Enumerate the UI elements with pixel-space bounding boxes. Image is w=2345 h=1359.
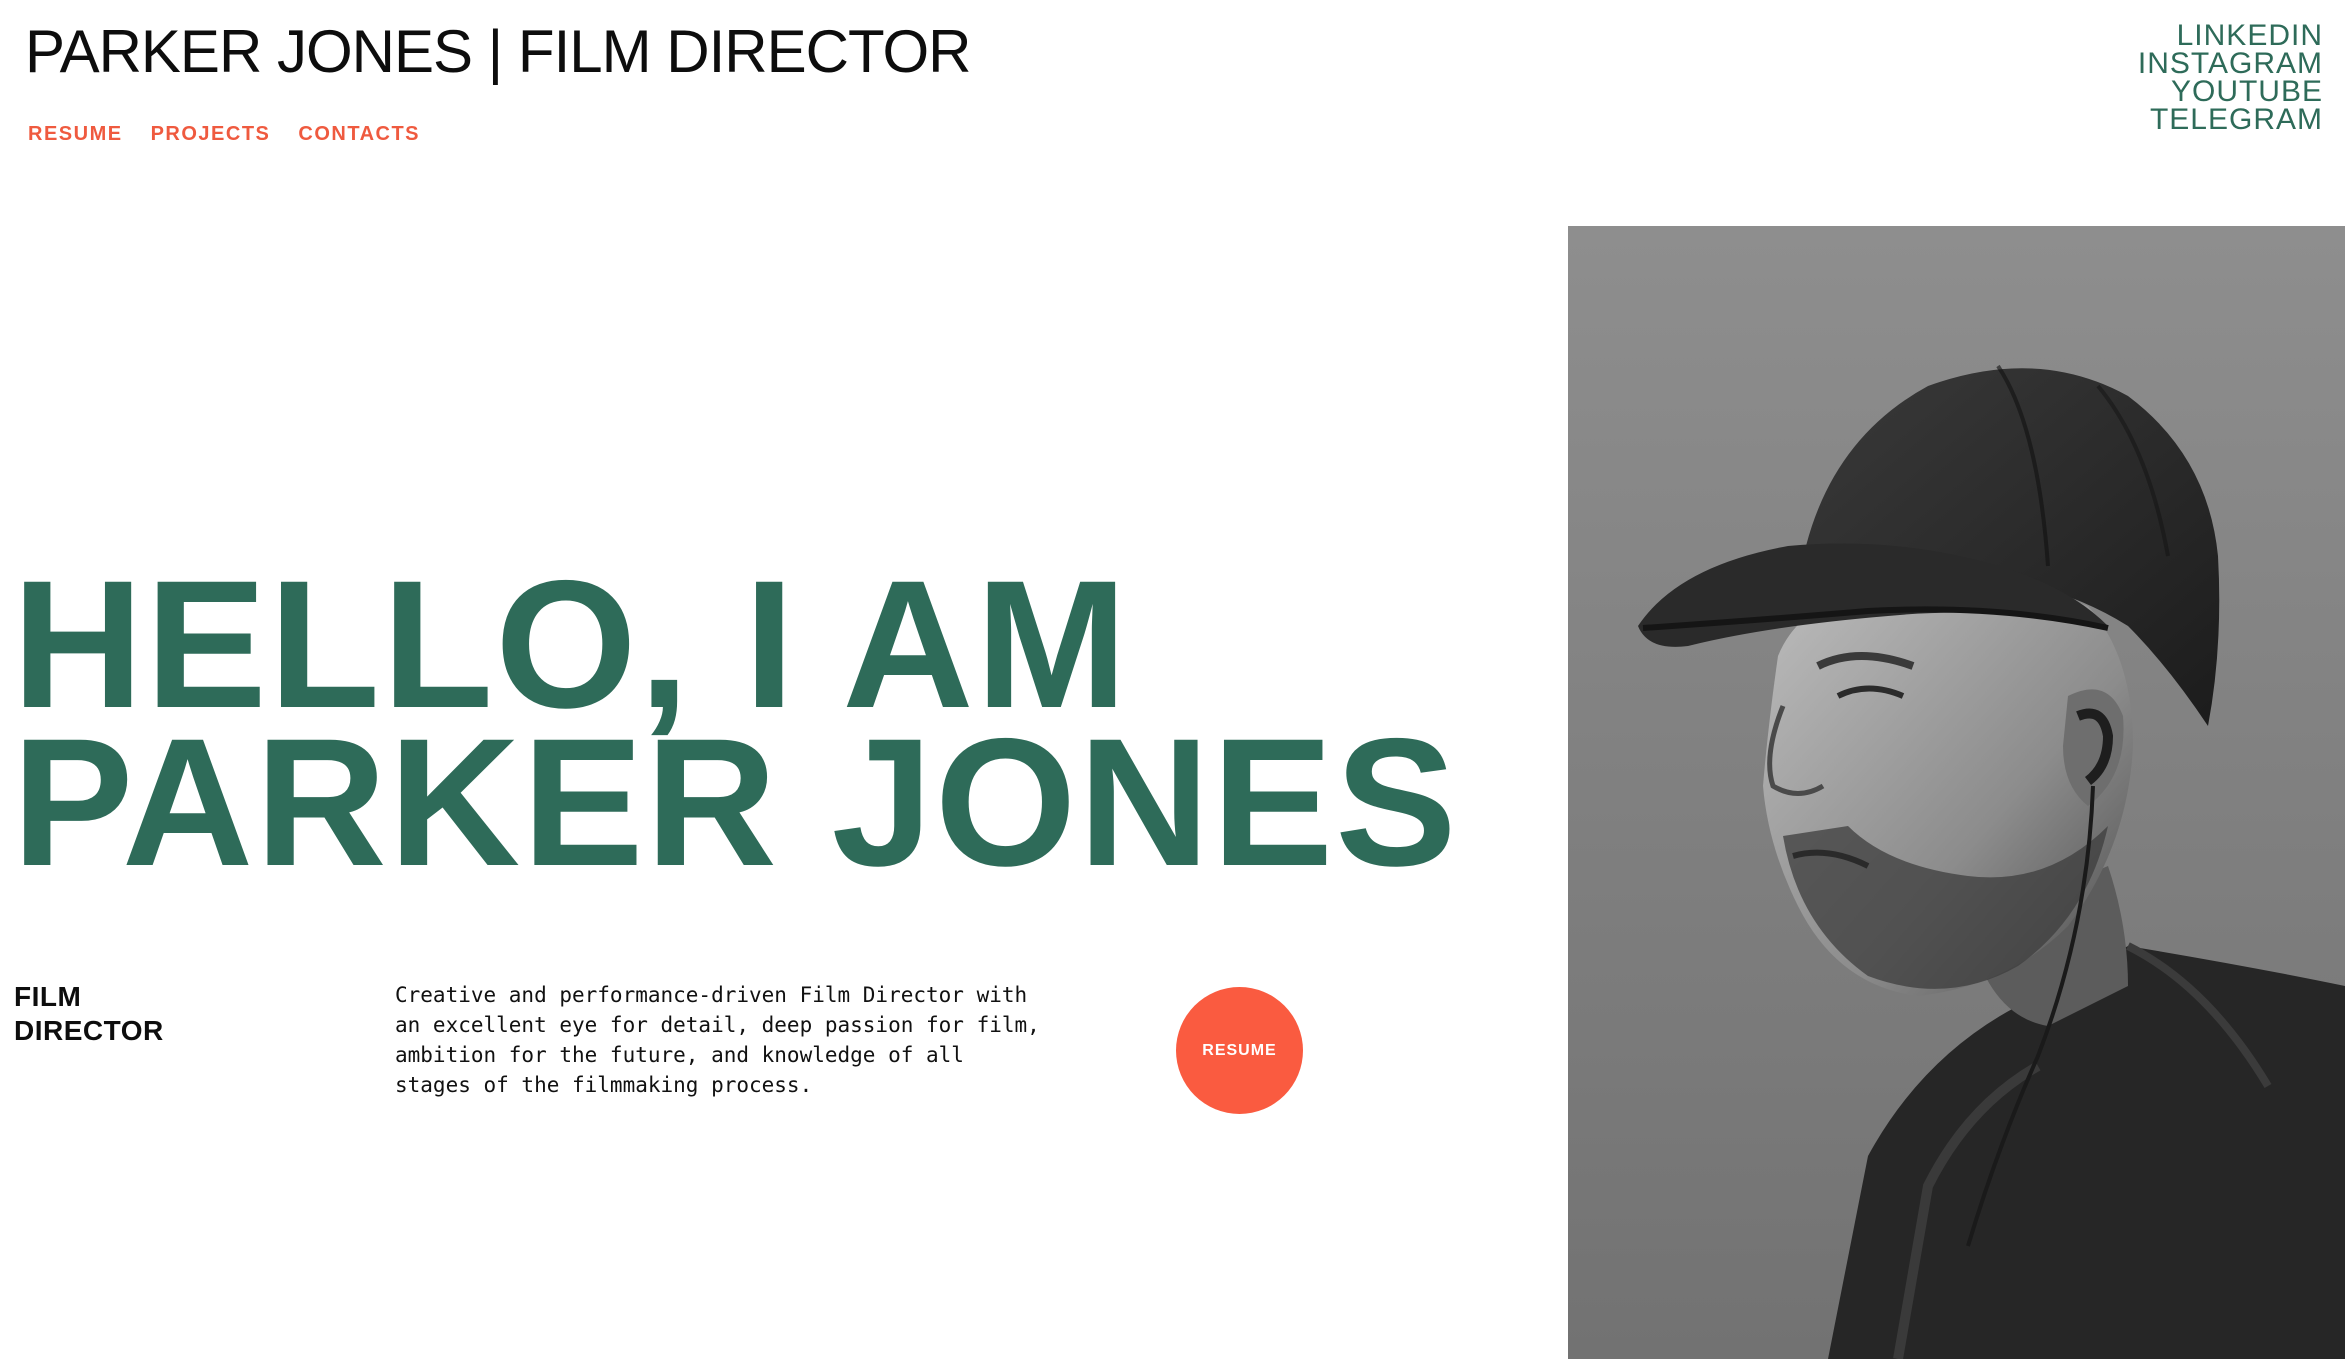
hero-heading-line-2: PARKER JONES [12,700,1459,904]
resume-button[interactable]: RESUME [1176,987,1303,1114]
social-links: LINKEDIN INSTAGRAM YOUTUBE TELEGRAM [2138,21,2323,135]
social-link-instagram[interactable]: INSTAGRAM [2138,49,2323,79]
site-title: PARKER JONES | FILM DIRECTOR [25,18,972,85]
social-link-youtube[interactable]: YOUTUBE [2138,77,2323,107]
role-label-line-1: FILM [14,981,82,1012]
social-link-linkedin[interactable]: LINKEDIN [2138,21,2323,51]
nav-item-contacts[interactable]: CONTACTS [298,120,420,148]
nav-item-projects[interactable]: PROJECTS [151,120,271,148]
portrait-photo [1568,226,2345,1359]
nav-item-resume[interactable]: RESUME [28,120,123,148]
hero-heading: HELLO, I AM PARKER JONES [12,553,1459,904]
main-nav: RESUME PROJECTS CONTACTS [28,120,420,148]
social-link-telegram[interactable]: TELEGRAM [2138,105,2323,135]
role-label-line-2: DIRECTOR [14,1015,164,1046]
bio-text: Creative and performance-driven Film Dir… [395,983,1040,1097]
portrait-illustration [1568,226,2345,1359]
role-label: FILM DIRECTOR [14,980,214,1048]
